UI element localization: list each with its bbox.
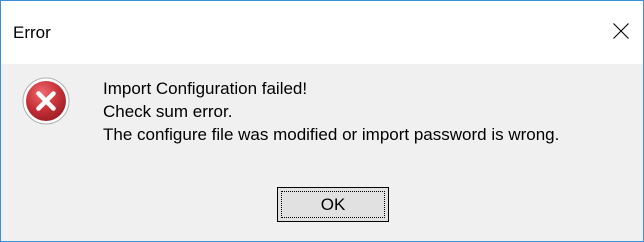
error-dialog: Error Import Configuration failed! Check…	[0, 0, 644, 242]
error-icon	[22, 77, 70, 125]
title-bar: Error	[1, 1, 643, 64]
close-icon	[613, 23, 629, 39]
message-line: The configure file was modified or impor…	[103, 125, 560, 144]
close-button[interactable]	[597, 1, 643, 64]
ok-button[interactable]: OK	[277, 187, 389, 222]
ok-button-label: OK	[320, 195, 346, 214]
message-line: Import Configuration failed!	[103, 79, 308, 98]
window-title: Error	[13, 23, 51, 42]
error-message: Import Configuration failed! Check sum e…	[103, 77, 559, 146]
message-line: Check sum error.	[103, 102, 233, 121]
